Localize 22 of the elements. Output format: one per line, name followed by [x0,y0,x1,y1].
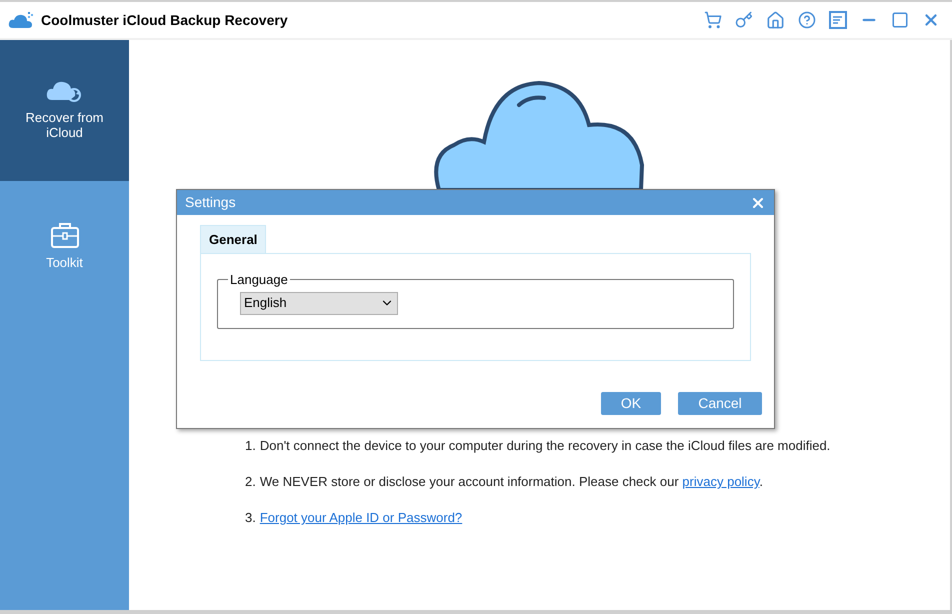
home-icon[interactable] [766,10,785,30]
cloud-logo-icon [8,11,34,29]
cart-icon[interactable] [704,11,722,29]
toolbox-icon [50,221,80,249]
help-link[interactable]: Forgot your Apple ID or Password? [260,509,462,527]
maximize-icon[interactable] [891,11,909,29]
sidebar-item[interactable]: Recover from iCloud [0,40,129,181]
ok-button[interactable]: OK [601,392,661,415]
note-number: 3. [245,509,256,527]
key-icon[interactable] [735,11,753,29]
note-text: Don't connect the device to your computer during the recovery in case the iCloud files are modified. [260,437,830,455]
note-text: We NEVER store or disclose your account information. Please check our privacy policy. [260,473,763,491]
cancel-button[interactable]: Cancel [678,392,762,415]
language-select[interactable]: English [240,292,398,314]
help-icon[interactable] [798,11,816,29]
settings-tab[interactable]: General [200,225,266,253]
dialog-title: Settings [185,193,236,212]
window-title: Coolmuster iCloud Backup Recovery [41,10,288,30]
group-label: Language [229,271,289,289]
policy-link[interactable]: privacy policy [682,474,760,489]
note-number: 1. [245,437,256,455]
note-number: 2. [245,473,256,491]
